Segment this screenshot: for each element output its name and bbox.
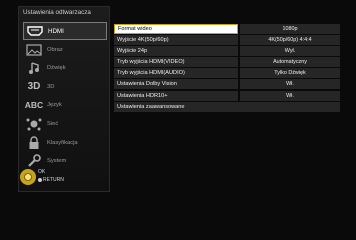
setting-row-dolby-vision[interactable]: Ustawienia Dolby Vision Wł.	[114, 79, 340, 90]
music-note-icon	[23, 60, 45, 76]
settings-list: Format wideo 1080p Wyjście 4K(50p/60p) 4…	[114, 24, 340, 113]
nav-item-picture[interactable]: Obraz	[23, 41, 107, 59]
panel-title: Ustawienia odtwarzacza	[23, 9, 91, 16]
setting-value: Wył.	[240, 46, 340, 57]
nav-item-label: Język	[47, 102, 62, 109]
3d-icon: 3D	[27, 81, 41, 93]
network-icon	[23, 116, 45, 132]
return-icon	[38, 177, 42, 182]
picture-icon	[23, 42, 45, 58]
setting-value: Wł.	[240, 79, 340, 90]
category-nav: HDMI Obraz Dźwięk 3D 3D ABC Język Sieć K…	[23, 22, 107, 171]
nav-item-rating[interactable]: Klasyfikacja	[23, 134, 107, 152]
nav-item-3d[interactable]: 3D 3D	[23, 78, 107, 96]
setting-row-advanced[interactable]: Ustawienia zaawansowane	[114, 101, 340, 112]
return-hint: RETURN	[38, 177, 64, 183]
setting-value: Automatyczny	[240, 57, 340, 68]
return-label: RETURN	[43, 177, 64, 183]
setting-value: 4K(50p/60p) 4:4:4	[240, 35, 340, 46]
nav-item-sound[interactable]: Dźwięk	[23, 59, 107, 77]
setting-name: Ustawienia HDR10+	[114, 90, 238, 101]
setting-name: Ustawienia zaawansowane	[114, 101, 340, 112]
dpad-icon	[20, 169, 36, 185]
hdmi-icon	[24, 23, 46, 39]
setting-name: Wyjście 4K(50p/60p)	[114, 35, 238, 46]
settings-sidebar: Ustawienia odtwarzacza HDMI Obraz Dźwięk…	[18, 6, 110, 192]
setting-row-hdmi-audio-mode[interactable]: Tryb wyjścia HDMI(AUDIO) Tylko Dźwięk	[114, 68, 340, 79]
nav-item-language[interactable]: ABC Język	[23, 96, 107, 114]
setting-row-hdmi-video-mode[interactable]: Tryb wyjścia HDMI(VIDEO) Automatyczny	[114, 57, 340, 68]
nav-item-network[interactable]: Sieć	[23, 115, 107, 133]
language-abc-icon: ABC	[24, 100, 44, 111]
setting-row-video-format[interactable]: Format wideo 1080p	[114, 24, 340, 34]
setting-name: Tryb wyjścia HDMI(VIDEO)	[114, 57, 238, 68]
remote-hint-footer: OK RETURN	[20, 167, 100, 187]
setting-value: Wł.	[240, 90, 340, 101]
lock-icon	[23, 135, 45, 151]
setting-row-24p-output[interactable]: Wyjście 24p Wył.	[114, 46, 340, 57]
nav-item-label: HDMI	[48, 27, 64, 35]
setting-row-hdr10-plus[interactable]: Ustawienia HDR10+ Wł.	[114, 90, 340, 101]
nav-item-label: 3D	[47, 83, 55, 90]
setting-name: Format wideo	[114, 24, 238, 34]
setting-row-4k-output[interactable]: Wyjście 4K(50p/60p) 4K(50p/60p) 4:4:4	[114, 35, 340, 46]
nav-item-label: Dźwięk	[47, 65, 66, 72]
ok-hint: OK	[38, 169, 46, 175]
nav-item-label: Sieć	[47, 120, 59, 127]
nav-item-hdmi[interactable]: HDMI	[23, 22, 107, 40]
setting-value: Tylko Dźwięk	[240, 68, 340, 79]
setting-name: Ustawienia Dolby Vision	[114, 79, 238, 90]
nav-item-label: Obraz	[47, 46, 63, 53]
setting-name: Wyjście 24p	[114, 46, 238, 57]
nav-item-label: Klasyfikacja	[47, 139, 78, 146]
nav-item-label: System	[47, 158, 67, 165]
setting-value: 1080p	[240, 24, 340, 34]
setting-name: Tryb wyjścia HDMI(AUDIO)	[114, 68, 238, 79]
settings-screen: Ustawienia odtwarzacza HDMI Obraz Dźwięk…	[0, 0, 356, 200]
